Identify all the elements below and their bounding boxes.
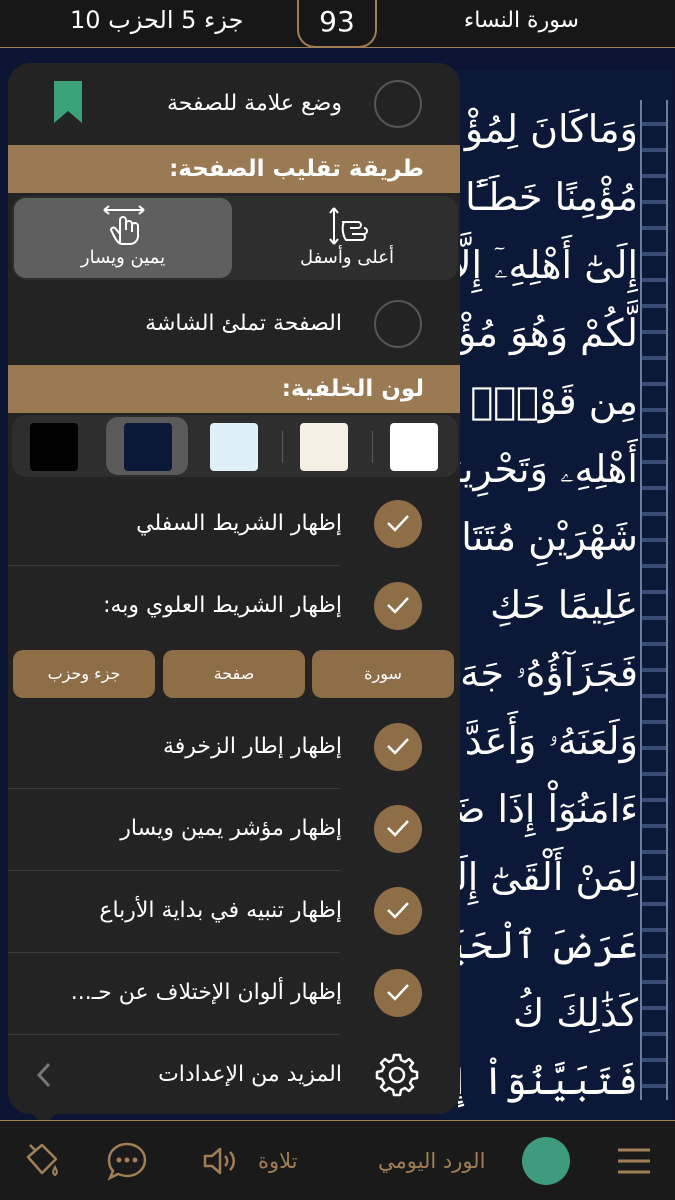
daily-wird-progress[interactable]: [522, 1137, 570, 1185]
chip-surah[interactable]: سورة: [312, 650, 454, 698]
show-pointer-label: إظهار مؤشر يمين ويسار: [120, 816, 342, 841]
checkmark-icon: [387, 902, 409, 919]
quran-line: شَهْرَيْنِ مُتَتَابِ: [458, 515, 638, 559]
checkmark-icon: [387, 738, 409, 755]
fill-screen-radio[interactable]: [374, 300, 422, 348]
quran-line: مِن قَوْمٍۭ بَيْنَكُ: [458, 379, 638, 423]
checkmark-icon: [387, 984, 409, 1001]
show-frame-checkbox[interactable]: [374, 723, 422, 771]
menu-icon[interactable]: [616, 1147, 652, 1175]
bookmark-label: وضع علامة للصفحة: [166, 91, 342, 116]
fill-screen-row[interactable]: الصفحة تملئ الشاشة: [8, 283, 460, 365]
quran-line: وَمَاكَانَ لِمُؤْ: [464, 107, 638, 151]
show-quarter-alert-row[interactable]: إظهار تنبيه في بداية الأرباع: [8, 870, 460, 952]
more-settings-row[interactable]: المزيد من الإعدادات: [8, 1034, 460, 1114]
show-pointer-checkbox[interactable]: [374, 805, 422, 853]
bookmark-icon: [54, 81, 82, 123]
gear-icon: [375, 1053, 419, 1097]
quran-line: مُؤْمِنًا خَطَـًٔا فَتَ: [458, 175, 638, 219]
show-top-bar-row[interactable]: إظهار الشريط العلوي وبه:: [8, 565, 460, 647]
swatch-cream[interactable]: [300, 423, 348, 471]
show-variant-colors-label: إظهار ألوان الإختلاف عن حـ...: [70, 980, 342, 1005]
tilawa-label[interactable]: تلاوة: [258, 1121, 298, 1200]
decorative-border: [640, 100, 668, 1100]
show-frame-row[interactable]: إظهار إطار الزخرفة: [8, 706, 460, 788]
show-top-bar-checkbox[interactable]: [374, 582, 422, 630]
surah-name[interactable]: سورة النساء: [464, 8, 579, 33]
top-bar: جزء 5 الحزب 10 93 سورة النساء: [0, 0, 675, 48]
quran-line: إِلَىٰٓ أَهْلِهِۦٓ إِلَّآ: [458, 243, 638, 287]
show-bottom-bar-row[interactable]: إظهار الشريط السفلي: [8, 483, 460, 565]
quran-line: أَهْلِهِۦ وَتَحْرِيرُ: [458, 447, 638, 491]
quran-line: فَتَبَيَّنُوٓاْ إِنَّ ٱ: [458, 1059, 638, 1103]
swatch-light-blue[interactable]: [210, 423, 258, 471]
quran-line: ءَامَنُوٓاْ إِذَا ضَرَبْ: [458, 787, 638, 831]
quran-line: لَّكُمْ وَهُوَ مُؤْ: [458, 311, 638, 355]
show-frame-label: إظهار إطار الزخرفة: [162, 734, 342, 759]
paint-bucket-icon[interactable]: [22, 1141, 62, 1181]
show-bottom-bar-label: إظهار الشريط السفلي: [136, 511, 342, 536]
show-variant-colors-row[interactable]: إظهار ألوان الإختلاف عن حـ...: [8, 952, 460, 1034]
speaker-icon[interactable]: [202, 1145, 238, 1177]
quran-line: كَذَٰلِكَ كُ: [512, 991, 638, 1035]
page-flip-heading: طريقة تقليب الصفحة:: [8, 145, 460, 193]
quran-text: وَمَاكَانَ لِمُؤْ مُؤْمِنًا خَطَـًٔا فَت…: [458, 95, 638, 1115]
quran-line: لِمَنْ أَلْقَىٰٓ إِلَيْ: [458, 855, 638, 899]
checkmark-icon: [387, 515, 409, 532]
swatch-navy[interactable]: [124, 423, 172, 471]
chip-page[interactable]: صفحة: [163, 650, 305, 698]
flip-vertical-option[interactable]: أعلى وأسفل: [238, 198, 456, 278]
swatch-divider: [372, 431, 373, 463]
show-top-bar-label: إظهار الشريط العلوي وبه:: [103, 593, 342, 618]
page-flip-selector: يمين ويسار أعلى وأسفل: [12, 196, 458, 280]
chevron-left-icon: [36, 1062, 51, 1088]
chip-juz-hizb[interactable]: جزء وحزب: [13, 650, 155, 698]
bottom-toolbar: تلاوة الورد اليومي: [0, 1120, 675, 1200]
flip-horizontal-option[interactable]: يمين ويسار: [14, 198, 232, 278]
checkmark-icon: [387, 820, 409, 837]
daily-wird-label[interactable]: الورد اليومي: [378, 1121, 485, 1200]
fill-screen-label: الصفحة تملئ الشاشة: [145, 311, 342, 336]
checkmark-icon: [387, 597, 409, 614]
swatch-black[interactable]: [30, 423, 78, 471]
swatch-divider: [282, 431, 283, 463]
juz-hizb-label[interactable]: جزء 5 الحزب 10: [70, 6, 243, 34]
page-number[interactable]: 93: [297, 0, 377, 48]
quran-line: فَجَزَآؤُهُۥ جَهَ: [460, 651, 638, 695]
quran-line: وَلَعَنَهُۥ وَأَعَدَّ: [464, 719, 638, 763]
show-quarter-alert-label: إظهار تنبيه في بداية الأرباع: [99, 898, 342, 923]
quran-line: عَلِيمًا حَكِ: [490, 583, 638, 627]
bookmark-row[interactable]: وضع علامة للصفحة: [8, 63, 460, 145]
background-color-picker: [12, 415, 458, 477]
more-settings-label: المزيد من الإعدادات: [158, 1062, 342, 1087]
show-bottom-bar-checkbox[interactable]: [374, 500, 422, 548]
swipe-horizontal-icon: [103, 205, 145, 245]
show-variant-colors-checkbox[interactable]: [374, 969, 422, 1017]
swipe-vertical-icon: [329, 207, 368, 245]
swatch-white[interactable]: [390, 423, 438, 471]
chat-icon[interactable]: [106, 1141, 148, 1181]
quran-line: عَرَضَ ٱلْحَيَوٰ: [458, 923, 638, 967]
flip-horizontal-label: يمين ويسار: [80, 247, 166, 268]
bookmark-radio[interactable]: [374, 80, 422, 128]
show-quarter-alert-checkbox[interactable]: [374, 887, 422, 935]
display-settings-panel: وضع علامة للصفحة طريقة تقليب الصفحة: يمي…: [8, 63, 460, 1114]
flip-vertical-label: أعلى وأسفل: [300, 247, 394, 268]
show-pointer-row[interactable]: إظهار مؤشر يمين ويسار: [8, 788, 460, 870]
background-color-heading: لون الخلفية:: [8, 365, 460, 413]
